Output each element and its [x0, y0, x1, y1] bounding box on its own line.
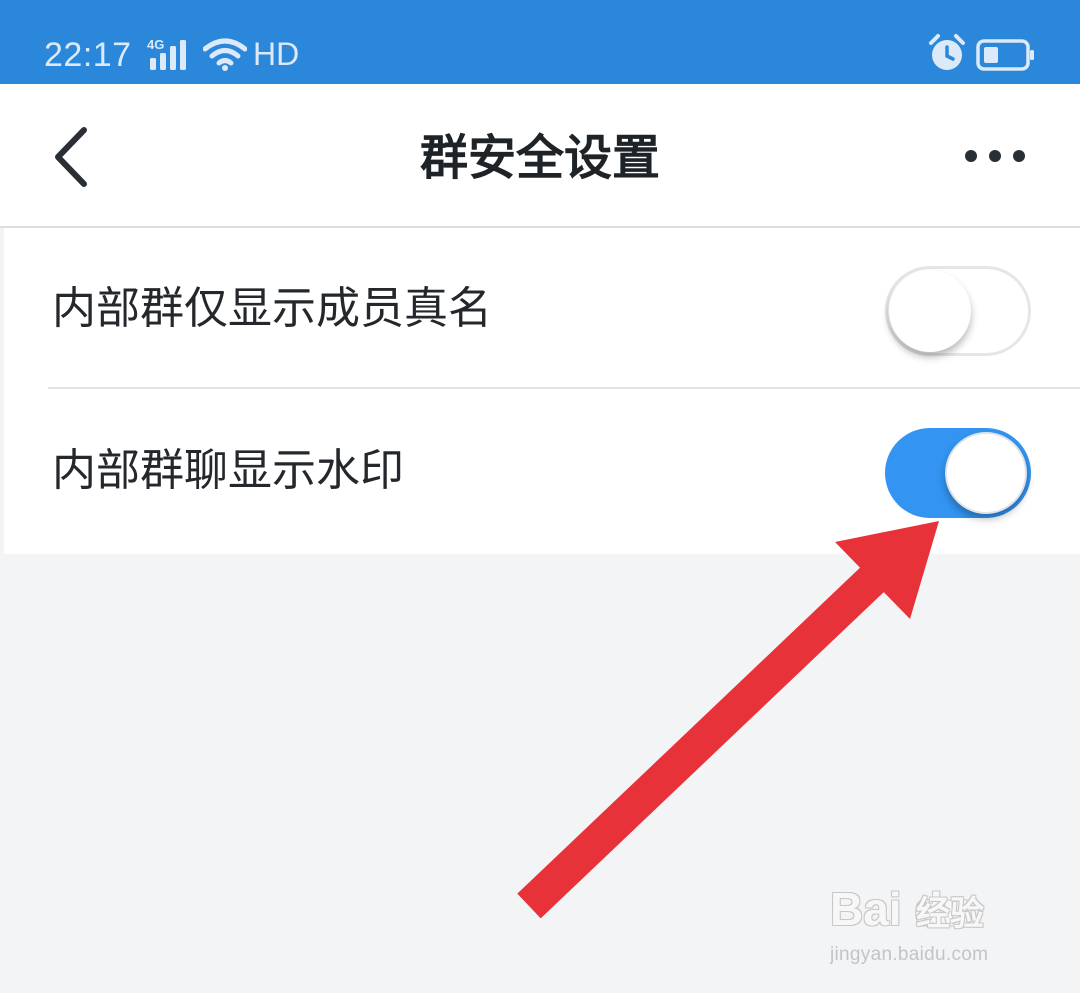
more-horizontal-icon[interactable]: [956, 134, 1034, 178]
alarm-icon: [929, 34, 965, 70]
page-title: 群安全设置: [419, 130, 660, 186]
watermark-url: jingyan.baidu.com: [830, 944, 989, 965]
hd-label: HD: [253, 36, 300, 72]
signal-icon: [150, 40, 186, 70]
settings-list: 内部群仅显示成员真名 内部群聊显示水印: [4, 228, 1080, 554]
toggle-knob: [889, 270, 971, 352]
status-bar: 22:17 4G HD: [0, 0, 1080, 84]
baidu-watermark: Bai du 经验 jingyan.baidu.com: [826, 874, 1026, 974]
header-bar: 群安全设置: [0, 84, 1080, 228]
setting-label: 内部群仅显示成员真名: [52, 283, 492, 334]
toggle-knob: [945, 432, 1027, 514]
battery-icon: [976, 39, 1034, 71]
watermark-product: 经验: [916, 894, 984, 934]
real-name-toggle[interactable]: [885, 266, 1031, 356]
setting-label: 内部群聊显示水印: [52, 445, 404, 496]
row-divider: [48, 387, 1080, 389]
watermark-toggle[interactable]: [885, 428, 1031, 518]
wifi-icon: [203, 38, 247, 71]
setting-row-watermark: 内部群聊显示水印: [4, 390, 1080, 552]
setting-row-real-name: 内部群仅显示成员真名: [4, 228, 1080, 390]
status-time: 22:17: [44, 36, 132, 74]
